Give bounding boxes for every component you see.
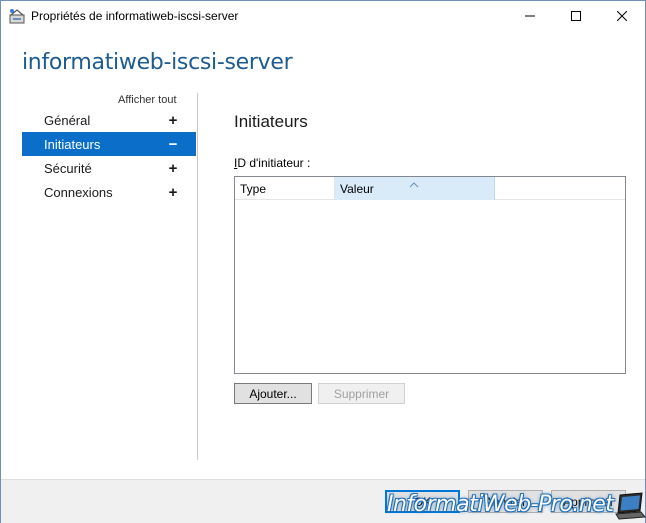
sidebar-divider xyxy=(197,93,198,460)
show-all-link[interactable]: Afficher tout xyxy=(118,94,177,106)
sidebar-item-general[interactable]: Général + xyxy=(22,108,196,132)
collapse-icon: − xyxy=(168,135,178,153)
expand-icon: + xyxy=(168,159,178,177)
sidebar-item-initiators[interactable]: Initiateurs − xyxy=(22,132,196,156)
watermark: InformatiWeb-Pro.net xyxy=(387,492,614,517)
add-button-label: Ajouter... xyxy=(249,386,297,401)
list-header: Type Valeur xyxy=(235,177,625,200)
iscsi-server-icon xyxy=(9,8,26,24)
minimize-button[interactable] xyxy=(507,1,553,32)
column-header-type[interactable]: Type xyxy=(235,177,335,200)
sidebar-item-label: Sécurité xyxy=(44,160,92,176)
expand-icon: + xyxy=(168,111,178,129)
initiator-id-label: ID d'initiateur : xyxy=(234,156,310,170)
remove-button-label: Supprimer xyxy=(333,386,390,401)
sidebar-item-connections[interactable]: Connexions + xyxy=(22,180,196,204)
page-title: informatiweb-iscsi-server xyxy=(22,50,293,75)
sidebar-nav: Général + Initiateurs − Sécurité + Conne… xyxy=(22,108,196,204)
column-header-value[interactable]: Valeur xyxy=(335,177,495,200)
sort-ascending-icon xyxy=(409,177,419,188)
sidebar-item-label: Initiateurs xyxy=(44,136,101,152)
column-header-label: Valeur xyxy=(340,181,374,196)
label-text: D d'initiateur : xyxy=(237,156,311,170)
minimize-icon xyxy=(525,10,535,24)
expand-icon: + xyxy=(168,183,178,201)
maximize-icon xyxy=(571,10,581,24)
initiator-list[interactable]: Type Valeur xyxy=(234,176,626,374)
maximize-button[interactable] xyxy=(553,1,599,32)
sidebar-item-label: Général xyxy=(44,112,91,128)
close-icon xyxy=(616,10,628,24)
properties-dialog: Propriétés de informatiweb-iscsi-server … xyxy=(0,0,646,523)
add-button[interactable]: Ajouter... xyxy=(234,383,312,404)
section-title: Initiateurs xyxy=(234,112,308,131)
sidebar-item-label: Connexions xyxy=(44,184,113,200)
window-title: Propriétés de informatiweb-iscsi-server xyxy=(31,9,239,23)
title-bar[interactable]: Propriétés de informatiweb-iscsi-server xyxy=(1,1,645,32)
laptop-logo-icon xyxy=(614,491,646,521)
sidebar-item-security[interactable]: Sécurité + xyxy=(22,156,196,180)
close-button[interactable] xyxy=(599,1,645,32)
remove-button[interactable]: Supprimer xyxy=(318,383,405,404)
column-header-label: Type xyxy=(240,181,267,196)
